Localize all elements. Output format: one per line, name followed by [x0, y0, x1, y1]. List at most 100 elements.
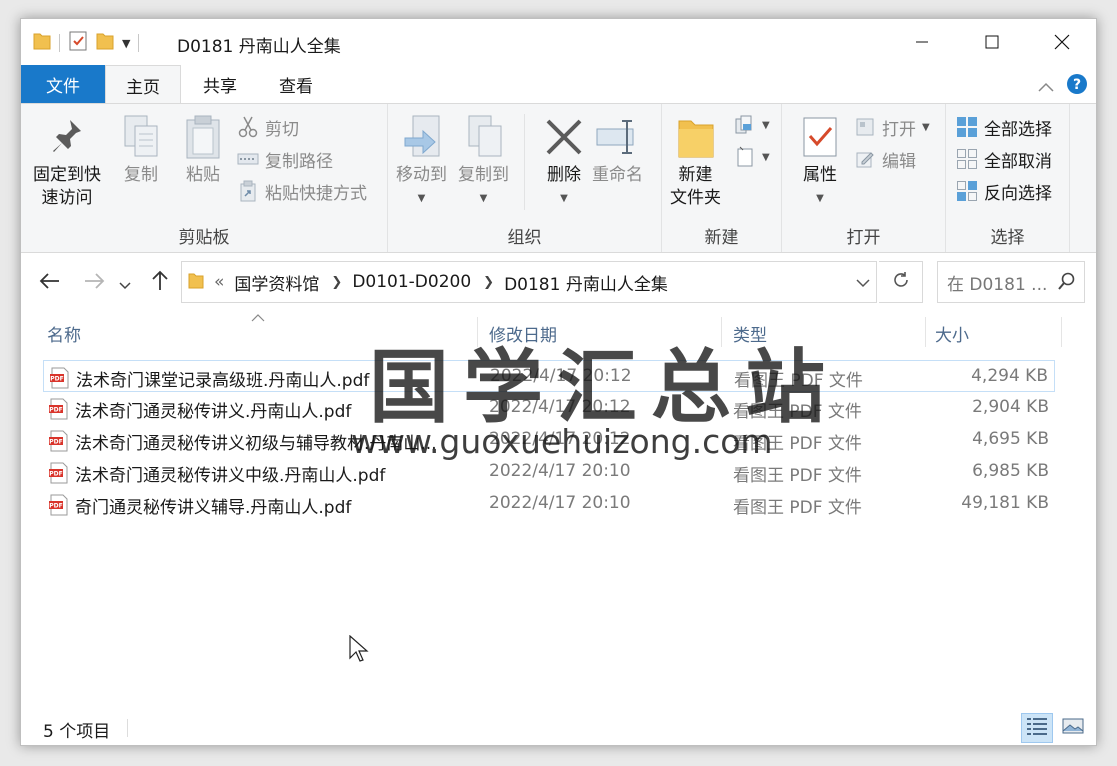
checklist-icon[interactable] — [68, 30, 88, 56]
column-divider[interactable] — [721, 317, 722, 347]
chevron-down-icon — [119, 271, 131, 296]
select-none-button[interactable]: 全部取消 — [956, 146, 1052, 172]
copy-path-label: 复制路径 — [265, 151, 333, 172]
file-size: 4,695 KB — [972, 429, 1049, 449]
tab-share[interactable]: 共享 — [187, 65, 253, 103]
breadcrumb-separator-icon[interactable]: ❯ — [483, 275, 494, 290]
file-row[interactable]: PDF 法术奇门通灵秘传讲义中级.丹南山人.pdf 2022/4/17 20:1… — [43, 456, 1055, 488]
back-button[interactable] — [35, 269, 65, 297]
new-group: 新建 文件夹 ▼ ▼ 新建 — [662, 104, 782, 252]
column-name[interactable]: 名称 — [47, 321, 81, 346]
help-icon[interactable]: ? — [1066, 73, 1088, 99]
select-all-icon — [956, 116, 978, 138]
new-item-dropdown-icon: ▼ — [762, 119, 770, 131]
column-type[interactable]: 类型 — [733, 321, 767, 346]
address-folder-icon — [188, 271, 204, 294]
properties-button[interactable]: 属性 ▼ — [796, 112, 844, 210]
copy-path-button[interactable]: 复制路径 — [237, 146, 333, 172]
new-item-button[interactable]: ▼ — [734, 112, 770, 138]
file-name: 法术奇门通灵秘传讲义中级.丹南山人.pdf — [75, 466, 386, 486]
pin-label-line1: 固定到快 — [33, 165, 101, 185]
copy-label: 复制 — [124, 165, 158, 185]
svg-text:PDF: PDF — [49, 439, 62, 446]
chevron-down-icon — [856, 273, 870, 292]
move-to-dropdown-icon: ▼ — [417, 193, 426, 204]
open-group: 属性 ▼ 打开 ▼ 编辑 打开 — [782, 104, 946, 252]
file-name: 法术奇门通灵秘传讲义.丹南山人.pdf — [75, 402, 352, 422]
pdf-file-icon: PDF — [49, 494, 69, 516]
select-all-button[interactable]: 全部选择 — [956, 114, 1052, 140]
breadcrumb-item[interactable]: D0181 丹南山人全集 — [504, 270, 668, 295]
column-divider[interactable] — [477, 317, 478, 347]
refresh-button[interactable] — [879, 261, 923, 303]
tab-view[interactable]: 查看 — [263, 65, 329, 103]
rename-icon — [594, 112, 642, 162]
pdf-file-icon: PDF — [49, 430, 69, 452]
breadcrumb-separator-icon[interactable]: ❯ — [331, 275, 342, 290]
file-type: 看图王 PDF 文件 — [733, 466, 862, 486]
pin-quick-access-button[interactable]: 固定到快 速访问 — [33, 112, 101, 210]
paste-icon — [179, 112, 227, 162]
large-icons-view-button[interactable] — [1057, 713, 1089, 743]
column-size[interactable]: 大小 — [935, 321, 969, 346]
tab-home[interactable]: 主页 — [105, 65, 181, 104]
organize-group: 移动到 ▼ 复制到 ▼ 删除 ▼ 重命名 组织 — [388, 104, 662, 252]
maximize-button[interactable] — [957, 19, 1027, 65]
rename-button[interactable]: 重命名 — [592, 112, 643, 187]
open-icon — [854, 116, 876, 138]
up-button[interactable] — [145, 269, 175, 297]
status-bar: 5 个项目 — [21, 709, 1096, 745]
cut-label: 剪切 — [265, 119, 299, 140]
qat-customize-icon[interactable]: ▼ — [122, 37, 130, 50]
file-row[interactable]: PDF 奇门通灵秘传讲义辅导.丹南山人.pdf 2022/4/17 20:10 … — [43, 488, 1055, 520]
svg-text:?: ? — [1073, 77, 1081, 93]
move-to-button[interactable]: 移动到 ▼ — [396, 112, 447, 210]
open-dropdown-icon: ▼ — [922, 121, 930, 133]
address-bar[interactable]: « 国学资料馆 ❯ D0101-D0200 ❯ D0181 丹南山人全集 — [181, 261, 877, 303]
address-overflow[interactable]: « — [214, 272, 224, 292]
easy-access-dropdown-icon: ▼ — [762, 151, 770, 163]
address-dropdown-button[interactable] — [847, 261, 879, 303]
open-button[interactable]: 打开 ▼ — [854, 114, 930, 140]
recent-locations-button[interactable] — [115, 269, 135, 297]
explorer-window: ▼ D0181 丹南山人全集 文件 主页 共享 查看 ? 固定到快 速访问 复制… — [20, 18, 1097, 746]
tab-file[interactable]: 文件 — [21, 65, 105, 103]
easy-access-icon — [734, 146, 756, 168]
file-row[interactable]: PDF 法术奇门课堂记录高级班.丹南山人.pdf 2022/4/17 20:12… — [43, 360, 1055, 392]
column-header-row: 名称 修改日期 类型 大小 — [21, 311, 1096, 351]
copy-to-button[interactable]: 复制到 ▼ — [458, 112, 509, 210]
file-date: 2022/4/17 20:12 — [489, 397, 631, 417]
collapse-ribbon-icon[interactable] — [1038, 77, 1054, 96]
file-row[interactable]: PDF 法术奇门通灵秘传讲义初级与辅导教材.丹南山... 2022/4/17 2… — [43, 424, 1055, 456]
copy-button[interactable]: 复制 — [117, 112, 165, 187]
search-box[interactable]: 在 D0181 ... — [937, 261, 1085, 303]
invert-selection-button[interactable]: 反向选择 — [956, 178, 1052, 204]
invert-selection-label: 反向选择 — [984, 183, 1052, 204]
new-folder-label-line1: 新建 — [678, 165, 713, 185]
refresh-icon — [892, 270, 910, 294]
delete-icon — [540, 112, 588, 162]
minimize-button[interactable] — [887, 19, 957, 65]
new-folder-qat-icon[interactable] — [96, 31, 114, 55]
details-view-button[interactable] — [1021, 713, 1053, 743]
easy-access-button[interactable]: ▼ — [734, 144, 770, 170]
file-row[interactable]: PDF 法术奇门通灵秘传讲义.丹南山人.pdf 2022/4/17 20:12 … — [43, 392, 1055, 424]
column-divider[interactable] — [1061, 317, 1062, 347]
forward-button[interactable] — [79, 269, 109, 297]
back-icon — [39, 271, 61, 296]
ribbon-tabs: 文件 主页 共享 查看 ? — [21, 65, 1096, 104]
paste-button[interactable]: 粘贴 — [179, 112, 227, 187]
close-button[interactable] — [1027, 19, 1096, 65]
search-icon[interactable] — [1058, 272, 1076, 297]
breadcrumb-item[interactable]: 国学资料馆 — [234, 270, 319, 295]
cut-button[interactable]: 剪切 — [237, 114, 299, 140]
paste-shortcut-button[interactable]: 粘贴快捷方式 — [237, 178, 367, 204]
delete-button[interactable]: 删除 ▼ — [540, 112, 588, 210]
column-divider[interactable] — [925, 317, 926, 347]
file-name: 法术奇门课堂记录高级班.丹南山人.pdf — [76, 371, 370, 391]
column-date[interactable]: 修改日期 — [489, 321, 557, 346]
new-folder-button[interactable]: 新建 文件夹 — [670, 112, 721, 210]
shortcut-icon — [237, 180, 259, 202]
edit-button[interactable]: 编辑 — [854, 146, 916, 172]
breadcrumb-item[interactable]: D0101-D0200 — [352, 272, 471, 292]
